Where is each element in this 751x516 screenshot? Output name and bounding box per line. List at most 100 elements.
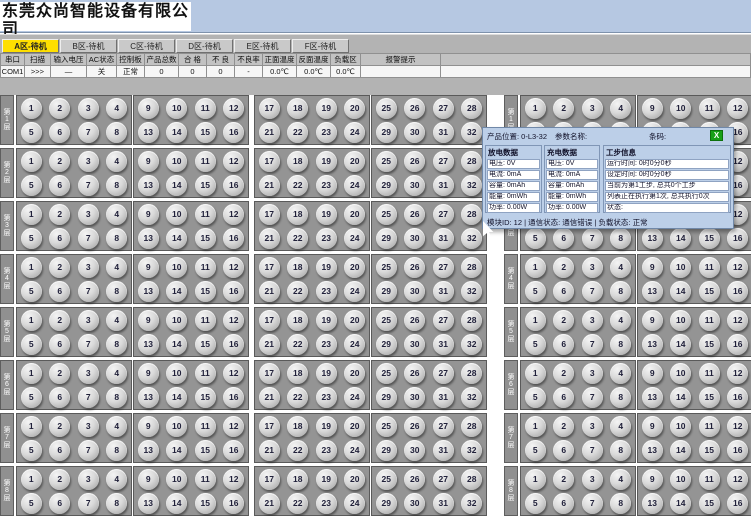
cell-circle[interactable]: 18 bbox=[287, 98, 308, 119]
cell-circle[interactable]: 5 bbox=[21, 281, 42, 302]
cell-circle[interactable]: 13 bbox=[138, 228, 159, 249]
cell-circle[interactable]: 32 bbox=[461, 228, 482, 249]
cell-circle[interactable]: 2 bbox=[553, 310, 574, 331]
cell-circle[interactable]: 7 bbox=[582, 493, 603, 514]
cell-circle[interactable]: 19 bbox=[316, 469, 337, 490]
cell-circle[interactable]: 28 bbox=[461, 416, 482, 437]
cell-circle[interactable]: 19 bbox=[316, 310, 337, 331]
cell-circle[interactable]: 7 bbox=[582, 387, 603, 408]
cell-circle[interactable]: 7 bbox=[582, 281, 603, 302]
cell-circle[interactable]: 10 bbox=[166, 204, 187, 225]
cell-circle[interactable]: 26 bbox=[404, 416, 425, 437]
cell-circle[interactable]: 13 bbox=[138, 122, 159, 143]
cell-circle[interactable]: 12 bbox=[223, 363, 244, 384]
cell-circle[interactable]: 12 bbox=[727, 469, 748, 490]
cell-circle[interactable]: 7 bbox=[78, 281, 99, 302]
cell-circle[interactable]: 9 bbox=[642, 469, 663, 490]
cell-circle[interactable]: 32 bbox=[461, 122, 482, 143]
cell-circle[interactable]: 11 bbox=[195, 363, 216, 384]
cell-circle[interactable]: 13 bbox=[138, 175, 159, 196]
cell-circle[interactable]: 2 bbox=[49, 416, 70, 437]
cell-circle[interactable]: 24 bbox=[344, 387, 365, 408]
cell-circle[interactable]: 28 bbox=[461, 257, 482, 278]
cell-circle[interactable]: 32 bbox=[461, 175, 482, 196]
cell-circle[interactable]: 29 bbox=[376, 493, 397, 514]
cell-circle[interactable]: 26 bbox=[404, 363, 425, 384]
cell-circle[interactable]: 16 bbox=[727, 387, 748, 408]
cell-circle[interactable]: 5 bbox=[21, 228, 42, 249]
cell-circle[interactable]: 16 bbox=[223, 334, 244, 355]
cell-circle[interactable]: 15 bbox=[195, 228, 216, 249]
cell-circle[interactable]: 12 bbox=[223, 310, 244, 331]
cell-circle[interactable]: 17 bbox=[259, 363, 280, 384]
cell-circle[interactable]: 21 bbox=[259, 387, 280, 408]
cell-circle[interactable]: 20 bbox=[344, 469, 365, 490]
cell-circle[interactable]: 14 bbox=[670, 228, 691, 249]
cell-circle[interactable]: 16 bbox=[223, 175, 244, 196]
cell-circle[interactable]: 2 bbox=[553, 469, 574, 490]
cell-circle[interactable]: 31 bbox=[433, 175, 454, 196]
cell-circle[interactable]: 22 bbox=[287, 493, 308, 514]
cell-circle[interactable]: 9 bbox=[138, 98, 159, 119]
cell-circle[interactable]: 6 bbox=[49, 281, 70, 302]
cell-circle[interactable]: 5 bbox=[525, 440, 546, 461]
cell-circle[interactable]: 27 bbox=[433, 310, 454, 331]
cell-circle[interactable]: 10 bbox=[670, 257, 691, 278]
cell-circle[interactable]: 21 bbox=[259, 493, 280, 514]
cell-circle[interactable]: 7 bbox=[582, 440, 603, 461]
cell-circle[interactable]: 30 bbox=[404, 228, 425, 249]
cell-circle[interactable]: 31 bbox=[433, 387, 454, 408]
cell-circle[interactable]: 1 bbox=[21, 98, 42, 119]
cell-circle[interactable]: 8 bbox=[106, 228, 127, 249]
cell-circle[interactable]: 17 bbox=[259, 469, 280, 490]
cell-circle[interactable]: 12 bbox=[223, 469, 244, 490]
cell-circle[interactable]: 14 bbox=[166, 493, 187, 514]
cell-circle[interactable]: 18 bbox=[287, 310, 308, 331]
cell-circle[interactable]: 5 bbox=[525, 228, 546, 249]
cell-circle[interactable]: 30 bbox=[404, 334, 425, 355]
cell-circle[interactable]: 6 bbox=[49, 175, 70, 196]
cell-circle[interactable]: 25 bbox=[376, 363, 397, 384]
cell-circle[interactable]: 6 bbox=[553, 440, 574, 461]
cell-circle[interactable]: 31 bbox=[433, 281, 454, 302]
cell-circle[interactable]: 13 bbox=[642, 228, 663, 249]
cell-circle[interactable]: 13 bbox=[138, 440, 159, 461]
cell-circle[interactable]: 1 bbox=[525, 98, 546, 119]
cell-circle[interactable]: 20 bbox=[344, 363, 365, 384]
cell-circle[interactable]: 17 bbox=[259, 204, 280, 225]
cell-circle[interactable]: 4 bbox=[106, 310, 127, 331]
cell-circle[interactable]: 23 bbox=[316, 440, 337, 461]
cell-circle[interactable]: 1 bbox=[21, 416, 42, 437]
cell-circle[interactable]: 23 bbox=[316, 281, 337, 302]
cell-circle[interactable]: 11 bbox=[195, 98, 216, 119]
cell-circle[interactable]: 9 bbox=[642, 363, 663, 384]
cell-circle[interactable]: 11 bbox=[195, 151, 216, 172]
cell-circle[interactable]: 21 bbox=[259, 440, 280, 461]
cell-circle[interactable]: 2 bbox=[553, 257, 574, 278]
cell-circle[interactable]: 20 bbox=[344, 151, 365, 172]
cell-circle[interactable]: 7 bbox=[78, 334, 99, 355]
cell-circle[interactable]: 8 bbox=[610, 440, 631, 461]
cell-circle[interactable]: 11 bbox=[699, 257, 720, 278]
cell-circle[interactable]: 14 bbox=[670, 493, 691, 514]
cell-circle[interactable]: 22 bbox=[287, 122, 308, 143]
cell-circle[interactable]: 13 bbox=[138, 334, 159, 355]
cell-circle[interactable]: 1 bbox=[21, 363, 42, 384]
cell-circle[interactable]: 11 bbox=[699, 363, 720, 384]
cell-circle[interactable]: 13 bbox=[138, 493, 159, 514]
cell-circle[interactable]: 1 bbox=[525, 469, 546, 490]
cell-circle[interactable]: 27 bbox=[433, 151, 454, 172]
cell-circle[interactable]: 11 bbox=[699, 469, 720, 490]
cell-circle[interactable]: 2 bbox=[553, 363, 574, 384]
cell-circle[interactable]: 29 bbox=[376, 228, 397, 249]
cell-circle[interactable]: 15 bbox=[195, 334, 216, 355]
cell-circle[interactable]: 6 bbox=[49, 387, 70, 408]
cell-circle[interactable]: 3 bbox=[582, 257, 603, 278]
cell-circle[interactable]: 23 bbox=[316, 122, 337, 143]
cell-circle[interactable]: 7 bbox=[582, 228, 603, 249]
cell-circle[interactable]: 24 bbox=[344, 175, 365, 196]
cell-circle[interactable]: 3 bbox=[78, 416, 99, 437]
cell-circle[interactable]: 14 bbox=[166, 334, 187, 355]
cell-circle[interactable]: 5 bbox=[21, 493, 42, 514]
cell-circle[interactable]: 8 bbox=[106, 281, 127, 302]
